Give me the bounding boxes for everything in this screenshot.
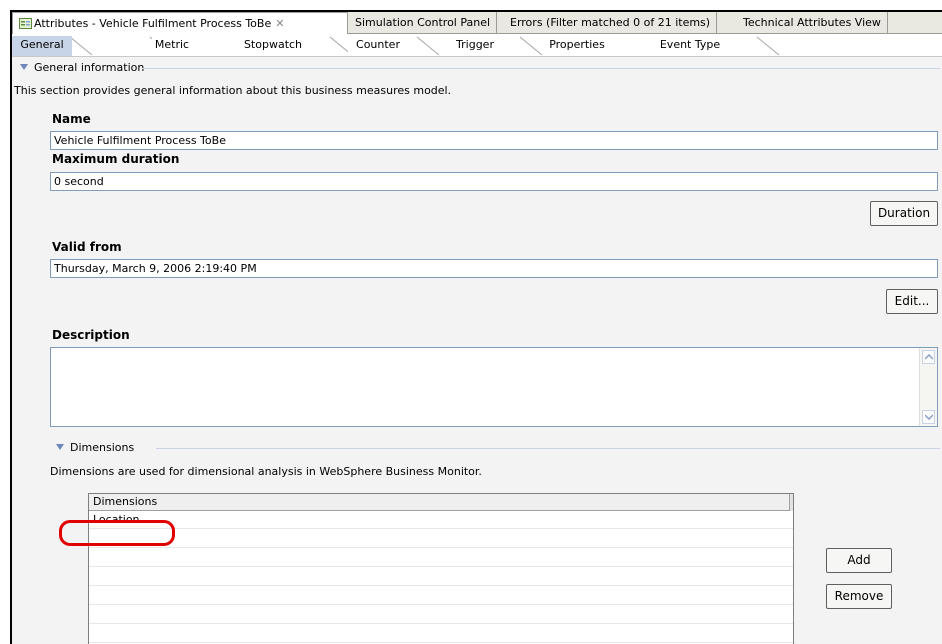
tab-event-type[interactable]: Event Type bbox=[650, 36, 730, 56]
section-divider bbox=[142, 68, 940, 69]
tab-errors-label: Errors (Filter matched 0 of 21 items) bbox=[510, 16, 711, 29]
table-row bbox=[89, 568, 793, 586]
tab-stopwatch[interactable]: Stopwatch bbox=[238, 36, 308, 56]
remove-button[interactable]: Remove bbox=[826, 584, 892, 609]
tab-technical-label: Technical Attributes View bbox=[743, 16, 881, 29]
attributes-view: Attributes - Vehicle Fulfilment Process … bbox=[10, 10, 942, 644]
tab-properties[interactable]: Properties bbox=[542, 36, 612, 56]
table-row bbox=[89, 606, 793, 624]
max-duration-label: Maximum duration bbox=[52, 152, 180, 166]
scroll-up-icon[interactable] bbox=[922, 350, 935, 364]
tab-attributes-label: Attributes - Vehicle Fulfilment Process … bbox=[34, 17, 272, 30]
collapse-triangle-icon bbox=[56, 444, 64, 450]
tab-general[interactable]: General bbox=[12, 36, 72, 56]
scroll-down-icon[interactable] bbox=[922, 410, 935, 424]
tab-counter[interactable]: Counter bbox=[348, 36, 408, 56]
tab-errors[interactable]: Errors (Filter matched 0 of 21 items) bbox=[504, 12, 718, 34]
tab-simulation-label: Simulation Control Panel bbox=[355, 16, 491, 29]
description-label: Description bbox=[52, 328, 130, 342]
table-row bbox=[89, 530, 793, 548]
general-page: General information This section provide… bbox=[12, 56, 942, 644]
table-row[interactable]: Location bbox=[89, 511, 793, 529]
add-button[interactable]: Add bbox=[826, 548, 892, 573]
tab-trigger[interactable]: Trigger bbox=[450, 36, 500, 56]
general-section-description: This section provides general informatio… bbox=[14, 84, 452, 97]
dimensions-column-header: Dimensions bbox=[93, 495, 158, 508]
general-section-title: General information bbox=[34, 61, 145, 74]
dimensions-table-header[interactable]: Dimensions bbox=[89, 494, 793, 511]
dimensions-table: Dimensions Location bbox=[88, 493, 794, 644]
valid-from-field[interactable]: Thursday, March 9, 2006 2:19:40 PM bbox=[50, 259, 938, 278]
tab-metric[interactable]: Metric bbox=[152, 36, 192, 56]
name-field[interactable]: Vehicle Fulfilment Process ToBe bbox=[50, 131, 938, 150]
table-row bbox=[89, 625, 793, 643]
general-section-toggle[interactable]: General information bbox=[20, 61, 144, 74]
attributes-icon bbox=[19, 15, 32, 29]
tab-technical-attributes-view[interactable]: Technical Attributes View bbox=[737, 12, 888, 34]
column-resize-handle[interactable] bbox=[789, 494, 793, 511]
max-duration-field[interactable]: 0 second bbox=[50, 172, 938, 191]
description-textarea[interactable] bbox=[50, 347, 938, 427]
dimensions-section-toggle[interactable]: Dimensions bbox=[56, 441, 134, 454]
table-row bbox=[89, 587, 793, 605]
section-divider bbox=[156, 448, 940, 449]
collapse-triangle-icon bbox=[20, 64, 28, 70]
dimensions-section-description: Dimensions are used for dimensional anal… bbox=[50, 465, 482, 478]
tab-simulation-control-panel[interactable]: Simulation Control Panel bbox=[349, 12, 498, 34]
table-row bbox=[89, 549, 793, 567]
name-label: Name bbox=[52, 112, 91, 126]
edit-button[interactable]: Edit... bbox=[886, 289, 938, 314]
sub-tab-bar: General Metric Stopwatch Counter Trigger… bbox=[12, 34, 942, 56]
location-highlight-annotation bbox=[59, 520, 175, 546]
valid-from-label: Valid from bbox=[52, 240, 122, 254]
tab-attributes[interactable]: Attributes - Vehicle Fulfilment Process … bbox=[12, 12, 348, 35]
dimensions-section-title: Dimensions bbox=[70, 441, 135, 454]
view-tab-bar: Attributes - Vehicle Fulfilment Process … bbox=[12, 12, 942, 35]
close-icon[interactable]: ✕ bbox=[275, 13, 284, 34]
description-scrollbar[interactable] bbox=[919, 348, 937, 426]
duration-button[interactable]: Duration bbox=[870, 201, 938, 226]
